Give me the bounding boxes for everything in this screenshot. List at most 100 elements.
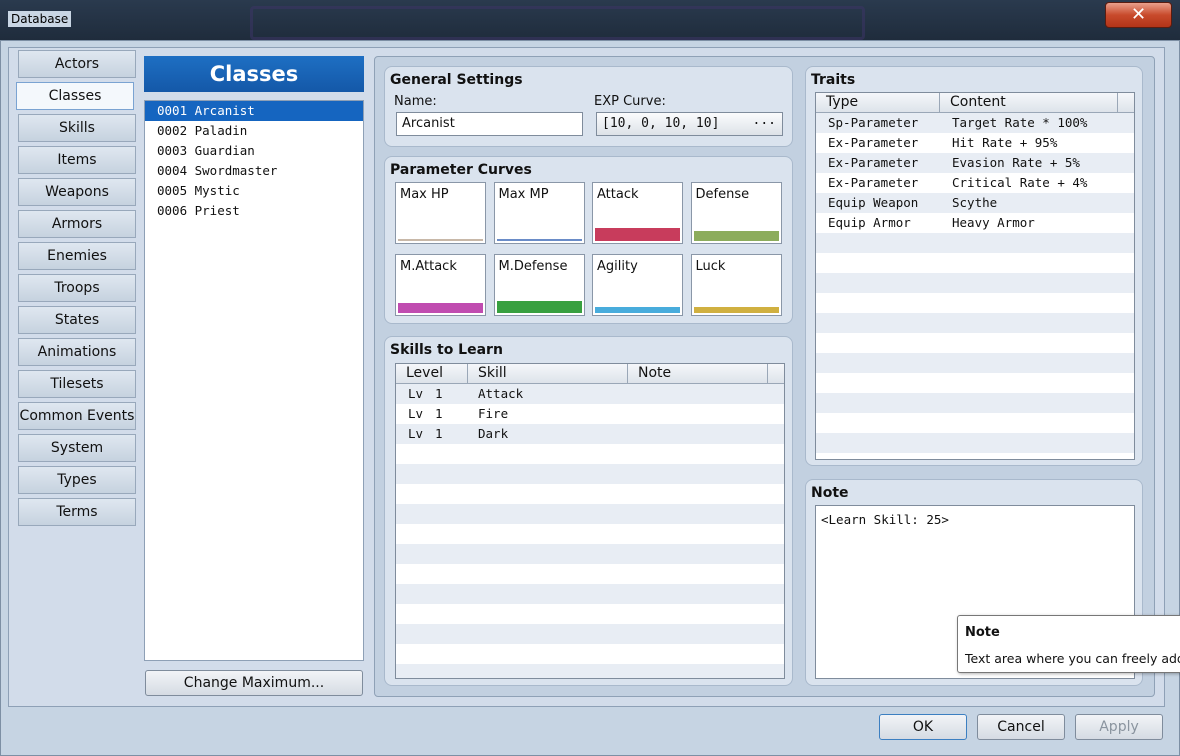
skill-cell-lv: Lv (408, 386, 424, 401)
tab-animations[interactable]: Animations (18, 338, 136, 366)
tooltip-title: Note (965, 625, 1000, 640)
class-list-item[interactable]: 0004 Swordmaster (145, 161, 363, 181)
tab-enemies[interactable]: Enemies (18, 242, 136, 270)
tab-label: System (50, 440, 104, 456)
name-input[interactable]: Arcanist (396, 112, 583, 136)
tab-label: Items (57, 152, 97, 168)
curve-defense[interactable]: Defense (690, 182, 782, 244)
trait-cell-type: Ex-Parameter (828, 155, 919, 170)
skill-cell-level: 1 (435, 426, 443, 441)
parameter-curves-group: Parameter Curves Max HP Max MP Attack Defen… (384, 156, 793, 324)
class-list-item[interactable]: 0003 Guardian (145, 141, 363, 161)
traits-table[interactable]: Type Content Sp-Parameter Target Rate * 1… (815, 92, 1135, 460)
class-list[interactable]: 0001 Arcanist 0002 Paladin 0003 Guardian 00… (144, 100, 364, 661)
tab-skills[interactable]: Skills (18, 114, 136, 142)
curve-bar (595, 307, 680, 313)
curve-label: Max MP (498, 187, 549, 202)
skill-row[interactable]: Lv 1 Fire (396, 404, 784, 424)
curve-bar (496, 301, 582, 313)
trait-cell-content: Critical Rate + 4% (952, 175, 1088, 190)
curve-m-attack[interactable]: M.Attack (395, 254, 486, 316)
header-level[interactable]: Level (396, 364, 468, 384)
skills-header: Level Skill Note (396, 364, 784, 384)
tab-states[interactable]: States (18, 306, 136, 334)
header-skill[interactable]: Skill (468, 364, 628, 384)
trait-row[interactable]: Equip Armor Heavy Armor (816, 213, 1134, 233)
trait-cell-content: Heavy Armor (952, 215, 1035, 230)
curve-luck[interactable]: Luck (690, 254, 782, 316)
class-list-item[interactable]: 0002 Paladin (145, 121, 363, 141)
skill-row[interactable]: Lv 1 Attack (396, 384, 784, 404)
ellipsis-icon: ... (752, 113, 776, 128)
tab-label: Classes (48, 88, 102, 104)
skill-row[interactable]: Lv 1 Dark (396, 424, 784, 444)
tab-system[interactable]: System (18, 434, 136, 462)
exp-curve-label: EXP Curve: (594, 94, 666, 109)
trait-cell-content: Scythe (952, 195, 998, 210)
tab-label: Skills (59, 120, 95, 136)
exp-curve-field[interactable]: [10, 0, 10, 10] ... (596, 112, 783, 136)
tab-types[interactable]: Types (18, 466, 136, 494)
trait-cell-type: Equip Weapon (828, 195, 919, 210)
tab-tilesets[interactable]: Tilesets (18, 370, 136, 398)
trait-row[interactable]: Ex-Parameter Critical Rate + 4% (816, 173, 1134, 193)
tab-label: Types (57, 472, 97, 488)
curve-max-mp[interactable]: Max MP (493, 182, 585, 244)
note-title: Note (811, 485, 849, 501)
tab-label: Armors (51, 216, 103, 232)
classes-title: Classes (144, 56, 364, 92)
trait-row[interactable]: Ex-Parameter Evasion Rate + 5% (816, 153, 1134, 173)
tab-label: Common Events (19, 408, 135, 424)
change-maximum-button[interactable]: Change Maximum... (145, 670, 363, 696)
skills-table[interactable]: Level Skill Note Lv 1 Attack Lv 1 Fire Lv 1 Dark (395, 363, 785, 679)
skill-cell-lv: Lv (408, 406, 424, 421)
close-button[interactable]: ✕ (1105, 2, 1172, 28)
trait-cell-type: Sp-Parameter (828, 115, 919, 130)
general-settings-group: General Settings Name: Arcanist EXP Curv… (384, 66, 793, 147)
curve-label: Luck (695, 259, 726, 274)
header-type[interactable]: Type (816, 93, 940, 113)
title-bar: Database (0, 0, 1180, 40)
cancel-button[interactable]: Cancel (977, 714, 1065, 740)
tab-classes[interactable]: Classes (16, 82, 134, 110)
tab-weapons[interactable]: Weapons (18, 178, 136, 206)
header-note[interactable]: Note (628, 364, 768, 384)
skill-cell-level: 1 (435, 406, 443, 421)
tab-common-events[interactable]: Common Events (18, 402, 136, 430)
apply-button[interactable]: Apply (1075, 714, 1163, 740)
curve-label: Attack (597, 187, 639, 202)
tab-label: Weapons (45, 184, 109, 200)
skill-cell-lv: Lv (408, 426, 424, 441)
tab-label: Animations (37, 344, 117, 360)
curve-bar (398, 239, 483, 241)
trait-row[interactable]: Equip Weapon Scythe (816, 193, 1134, 213)
tab-label: Troops (54, 280, 100, 296)
tab-terms[interactable]: Terms (18, 498, 136, 526)
name-label: Name: (394, 94, 437, 109)
skill-cell-skill: Fire (478, 406, 509, 421)
curve-label: Agility (597, 259, 638, 274)
class-list-item[interactable]: 0001 Arcanist (145, 101, 363, 121)
skill-cell-skill: Attack (478, 386, 524, 401)
tab-actors[interactable]: Actors (18, 50, 136, 78)
curve-max-hp[interactable]: Max HP (395, 182, 486, 244)
tab-label: Terms (56, 504, 98, 520)
curve-attack[interactable]: Attack (592, 182, 683, 244)
curve-agility[interactable]: Agility (592, 254, 683, 316)
header-content[interactable]: Content (940, 93, 1118, 113)
curve-m-defense[interactable]: M.Defense (493, 254, 585, 316)
trait-row[interactable]: Sp-Parameter Target Rate * 100% (816, 113, 1134, 133)
skills-title: Skills to Learn (390, 342, 503, 358)
tab-troops[interactable]: Troops (18, 274, 136, 302)
tooltip-text: Text area where you can freely add n (965, 651, 1180, 666)
tab-items[interactable]: Items (18, 146, 136, 174)
trait-row[interactable]: Ex-Parameter Hit Rate + 95% (816, 133, 1134, 153)
parameter-curves-title: Parameter Curves (390, 162, 532, 178)
class-list-item[interactable]: 0006 Priest (145, 201, 363, 221)
tab-armors[interactable]: Armors (18, 210, 136, 238)
tab-label: Tilesets (50, 376, 104, 392)
exp-curve-value: [10, 0, 10, 10] (602, 116, 720, 131)
class-list-item[interactable]: 0005 Mystic (145, 181, 363, 201)
curve-bar (398, 303, 483, 313)
ok-button[interactable]: OK (879, 714, 967, 740)
